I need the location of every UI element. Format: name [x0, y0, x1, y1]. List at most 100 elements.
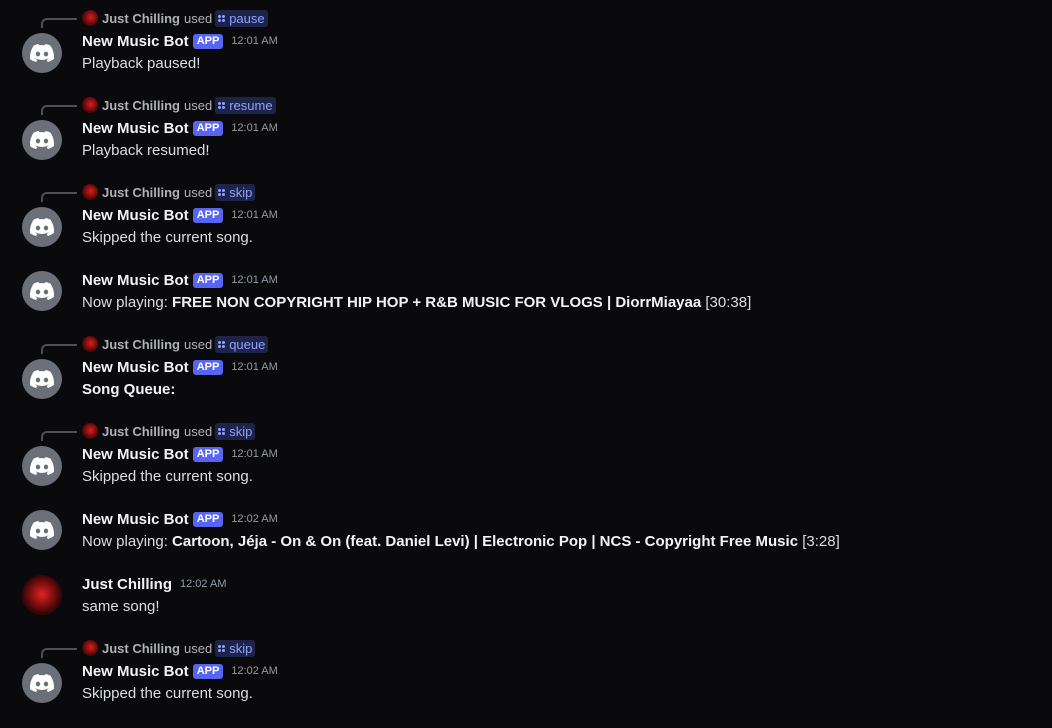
- slash-command-icon: [218, 427, 226, 435]
- slash-command-icon: [218, 188, 226, 196]
- reply-user-avatar[interactable]: [82, 10, 98, 26]
- command-reply-line[interactable]: Just Chilling used skip: [82, 639, 256, 657]
- timestamp[interactable]: 12:02 AM: [180, 578, 226, 590]
- timestamp[interactable]: 12:01 AM: [231, 35, 277, 47]
- reply-connector: [41, 648, 77, 658]
- message-content: Skipped the current song.: [82, 465, 253, 487]
- app-badge: APP: [192, 272, 224, 288]
- bot-avatar[interactable]: [22, 510, 62, 550]
- slash-command-pill[interactable]: skip: [215, 422, 256, 440]
- bot-avatar[interactable]: [22, 207, 62, 247]
- timestamp[interactable]: 12:01 AM: [231, 122, 277, 134]
- reply-username[interactable]: Just Chilling: [102, 337, 180, 352]
- timestamp[interactable]: 12:02 AM: [231, 665, 277, 677]
- message-content: Song Queue:: [82, 378, 175, 400]
- reply-username[interactable]: Just Chilling: [102, 11, 180, 26]
- bot-avatar[interactable]: [22, 271, 62, 311]
- app-badge: APP: [192, 33, 224, 49]
- discord-logo-icon: [30, 218, 54, 236]
- timestamp[interactable]: 12:01 AM: [231, 448, 277, 460]
- message-text: Skipped the current song.: [82, 684, 253, 702]
- app-badge: APP: [192, 511, 224, 527]
- app-badge: APP: [192, 120, 224, 136]
- reply-connector: [41, 431, 77, 441]
- slash-command-pill[interactable]: queue: [215, 335, 269, 353]
- command-name: pause: [229, 10, 265, 26]
- timestamp[interactable]: 12:01 AM: [231, 274, 277, 286]
- timestamp[interactable]: 12:01 AM: [231, 361, 277, 373]
- slash-command-icon: [218, 340, 226, 348]
- bot-avatar[interactable]: [22, 663, 62, 703]
- discord-logo-icon: [30, 44, 54, 62]
- reply-user-avatar[interactable]: [82, 423, 98, 439]
- reply-connector: [41, 18, 77, 28]
- author-name[interactable]: New Music Bot: [82, 511, 189, 528]
- reply-connector: [41, 344, 77, 354]
- bot-avatar[interactable]: [22, 120, 62, 160]
- author-name[interactable]: New Music Bot: [82, 120, 189, 137]
- message-content: same song!: [82, 595, 160, 617]
- author-name[interactable]: New Music Bot: [82, 446, 189, 463]
- slash-command-pill[interactable]: skip: [215, 183, 256, 201]
- slash-command-icon: [218, 101, 226, 109]
- discord-logo-icon: [30, 674, 54, 692]
- message-content: Now playing: FREE NON COPYRIGHT HIP HOP …: [82, 291, 751, 313]
- message-prefix: Now playing:: [82, 532, 173, 550]
- message-content: Now playing: Cartoon, Jéja - On & On (fe…: [82, 530, 840, 552]
- reply-username[interactable]: Just Chilling: [102, 98, 180, 113]
- slash-command-pill[interactable]: pause: [215, 9, 268, 27]
- author-name[interactable]: New Music Bot: [82, 207, 189, 224]
- command-name: skip: [229, 640, 253, 656]
- command-reply-line[interactable]: Just Chilling used queue: [82, 335, 269, 353]
- command-reply-line[interactable]: Just Chilling used pause: [82, 9, 268, 27]
- reply-user-avatar[interactable]: [82, 97, 98, 113]
- message-text: Skipped the current song.: [82, 228, 253, 246]
- reply-username[interactable]: Just Chilling: [102, 185, 180, 200]
- command-name: skip: [229, 423, 253, 439]
- author-name[interactable]: New Music Bot: [82, 33, 189, 50]
- reply-connector: [41, 192, 77, 202]
- app-badge: APP: [192, 446, 224, 462]
- message-header: New Music Bot APP 12:01 AM: [82, 31, 278, 51]
- song-duration: [30:38]: [701, 293, 752, 311]
- bot-avatar[interactable]: [22, 33, 62, 73]
- command-name: resume: [229, 97, 273, 113]
- slash-command-icon: [218, 14, 226, 22]
- command-reply-line[interactable]: Just Chilling used skip: [82, 422, 256, 440]
- message-text: Playback resumed!: [82, 141, 210, 159]
- queue-heading: Song Queue:: [82, 380, 176, 398]
- slash-command-icon: [218, 644, 226, 652]
- message-header: New Music Bot APP 12:01 AM: [82, 270, 278, 290]
- author-name[interactable]: Just Chilling: [82, 576, 172, 593]
- reply-username[interactable]: Just Chilling: [102, 424, 180, 439]
- bot-avatar[interactable]: [22, 446, 62, 486]
- command-reply-line[interactable]: Just Chilling used skip: [82, 183, 256, 201]
- app-badge: APP: [192, 359, 224, 375]
- bot-avatar[interactable]: [22, 359, 62, 399]
- reply-user-avatar[interactable]: [82, 640, 98, 656]
- reply-user-avatar[interactable]: [82, 336, 98, 352]
- timestamp[interactable]: 12:01 AM: [231, 209, 277, 221]
- message-text: Skipped the current song.: [82, 467, 253, 485]
- message-header: New Music Bot APP 12:02 AM: [82, 661, 278, 681]
- user-avatar[interactable]: [22, 575, 62, 615]
- song-title: FREE NON COPYRIGHT HIP HOP + R&B MUSIC F…: [172, 293, 702, 311]
- app-badge: APP: [192, 207, 224, 223]
- message-text: same song!: [82, 597, 160, 615]
- app-badge: APP: [192, 663, 224, 679]
- reply-username[interactable]: Just Chilling: [102, 641, 180, 656]
- reply-user-avatar[interactable]: [82, 184, 98, 200]
- author-name[interactable]: New Music Bot: [82, 272, 189, 289]
- command-reply-line[interactable]: Just Chilling used resume: [82, 96, 276, 114]
- timestamp[interactable]: 12:02 AM: [231, 513, 277, 525]
- slash-command-pill[interactable]: skip: [215, 639, 256, 657]
- discord-logo-icon: [30, 282, 54, 300]
- song-duration: [3:28]: [798, 532, 840, 550]
- message-text: Playback paused!: [82, 54, 201, 72]
- author-name[interactable]: New Music Bot: [82, 663, 189, 680]
- author-name[interactable]: New Music Bot: [82, 359, 189, 376]
- command-name: skip: [229, 184, 253, 200]
- slash-command-pill[interactable]: resume: [215, 96, 276, 114]
- chat-message-list: Just Chilling used pause New Music Bot A…: [0, 0, 1052, 728]
- message-prefix: Now playing:: [82, 293, 173, 311]
